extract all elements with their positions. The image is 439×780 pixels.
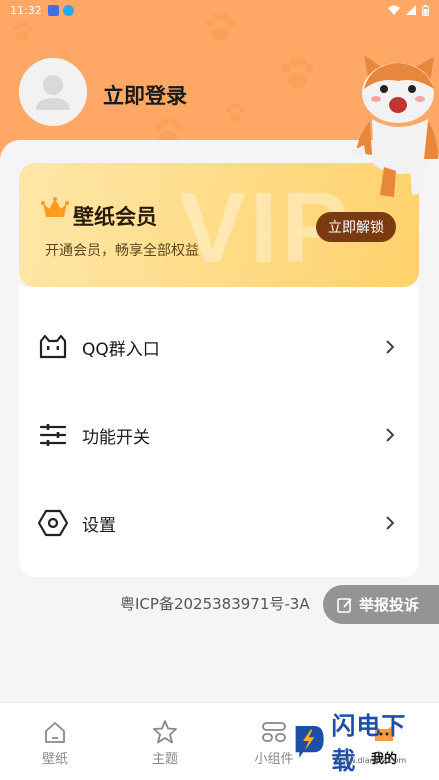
chevron-right-icon [386,428,395,442]
qq-group-icon [39,334,67,359]
notification-app-icon [62,4,74,16]
lightning-logo-icon [295,726,324,758]
vip-subtitle: 开通会员，畅享全部权益 [45,243,199,259]
home-icon [45,722,65,743]
settings-hexagon-icon [38,509,68,537]
chevron-right-icon [386,516,395,530]
star-icon [153,720,177,744]
sliders-icon [39,424,67,446]
menu-item-label: 设置 [82,515,116,536]
menu-item-label: 功能开关 [82,427,150,448]
paw-decoration-icon [281,57,314,89]
notification-app-icon [47,4,59,16]
site-watermark: 闪电下载 www.dianxia.com [290,712,425,775]
avatar[interactable] [19,58,87,126]
menu-item-label: QQ群入口 [82,339,160,360]
menu-item-settings[interactable]: 设置 [19,498,419,548]
default-user-icon [36,75,70,110]
vip-title: 壁纸会员 [73,205,157,229]
menu-item-feature-toggles[interactable]: 功能开关 [19,410,419,460]
watermark-url: www.dianxia.com [336,756,407,765]
signal-icon [406,5,416,15]
unlock-vip-button[interactable]: 立即解锁 [316,212,396,242]
paw-decoration-icon [225,103,245,122]
cat-mascot-illustration [352,55,438,197]
wifi-icon [388,5,400,15]
tab-theme[interactable]: 主题 [135,719,195,767]
tab-wallpaper[interactable]: 壁纸 [25,719,85,767]
report-complaint-button[interactable]: 举报投诉 [323,585,439,624]
chevron-right-icon [386,340,395,354]
login-link[interactable]: 立即登录 [103,80,187,110]
crown-icon [41,197,69,217]
status-time: 11:32 [10,3,42,17]
paw-decoration-icon [12,21,33,42]
report-label: 举报投诉 [359,596,420,614]
edit-icon [337,597,352,613]
tab-label: 小组件 [254,752,294,767]
battery-icon [422,4,429,16]
tab-label: 壁纸 [41,752,68,767]
tab-label: 主题 [151,752,178,767]
menu-list: QQ群入口 功能开关 设置 [19,286,419,577]
icp-license-text[interactable]: 粤ICP备2025383971号-3A [120,593,310,614]
menu-item-qq-group[interactable]: QQ群入口 [19,322,419,372]
widget-icon [262,722,286,742]
watermark-text: 闪电下载 [331,712,407,775]
status-bar: 11:32 [0,0,439,20]
